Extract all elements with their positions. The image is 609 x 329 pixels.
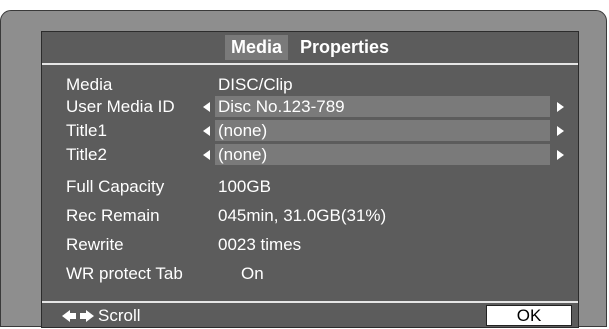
tab-bar: Media Properties	[42, 32, 578, 63]
row-full-capacity: Full Capacity 100GB	[42, 174, 578, 200]
ok-button[interactable]: OK	[486, 305, 572, 326]
scroll-hint: Scroll	[62, 305, 141, 327]
tab-media[interactable]: Media	[224, 35, 288, 60]
right-triangle-icon	[557, 102, 564, 112]
row-wr-protect-tab: WR protect Tab On	[42, 261, 578, 287]
row-title1: Title1 (none)	[42, 118, 578, 144]
left-right-arrows-svg	[62, 310, 94, 322]
left-triangle-icon	[203, 102, 210, 112]
decrement-arrow-button[interactable]	[200, 118, 214, 144]
header-divider	[42, 63, 578, 65]
right-triangle-icon	[557, 126, 564, 136]
decrement-arrow-button[interactable]	[200, 94, 214, 120]
row-rewrite: Rewrite 0023 times	[42, 232, 578, 258]
row-label: Rewrite	[66, 235, 124, 254]
user-media-id-field[interactable]: Disc No.123-789	[215, 96, 550, 117]
row-title2: Title2 (none)	[42, 142, 578, 168]
increment-arrow-button[interactable]	[554, 118, 568, 144]
device-frame: Media Properties Media DISC/Clip User Me…	[0, 10, 607, 328]
row-label: Rec Remain	[66, 206, 160, 225]
menu-screen: Media Properties Media DISC/Clip User Me…	[41, 31, 579, 328]
increment-arrow-button[interactable]	[554, 94, 568, 120]
footer-bar: Scroll OK	[42, 301, 578, 329]
tab-properties[interactable]: Properties	[294, 35, 395, 60]
title1-field[interactable]: (none)	[215, 120, 550, 141]
row-value: 0023 times	[218, 235, 302, 254]
title2-field[interactable]: (none)	[215, 144, 550, 165]
right-triangle-icon	[557, 150, 564, 160]
row-label: Title1	[66, 121, 107, 140]
row-value: 045min, 31.0GB(31%)	[218, 206, 387, 225]
left-right-arrows-icon	[62, 309, 94, 323]
row-user-media-id: User Media ID Disc No.123-789	[42, 94, 578, 120]
row-label: WR protect Tab	[66, 264, 183, 283]
row-value: On	[241, 264, 264, 283]
row-value: 100GB	[218, 177, 271, 196]
row-label: Title2	[66, 145, 107, 164]
row-label: Full Capacity	[66, 177, 165, 196]
scroll-label: Scroll	[98, 306, 141, 325]
increment-arrow-button[interactable]	[554, 142, 568, 168]
row-rec-remain: Rec Remain 045min, 31.0GB(31%)	[42, 203, 578, 229]
left-triangle-icon	[203, 150, 210, 160]
row-label: User Media ID	[66, 97, 175, 116]
decrement-arrow-button[interactable]	[200, 142, 214, 168]
left-triangle-icon	[203, 126, 210, 136]
